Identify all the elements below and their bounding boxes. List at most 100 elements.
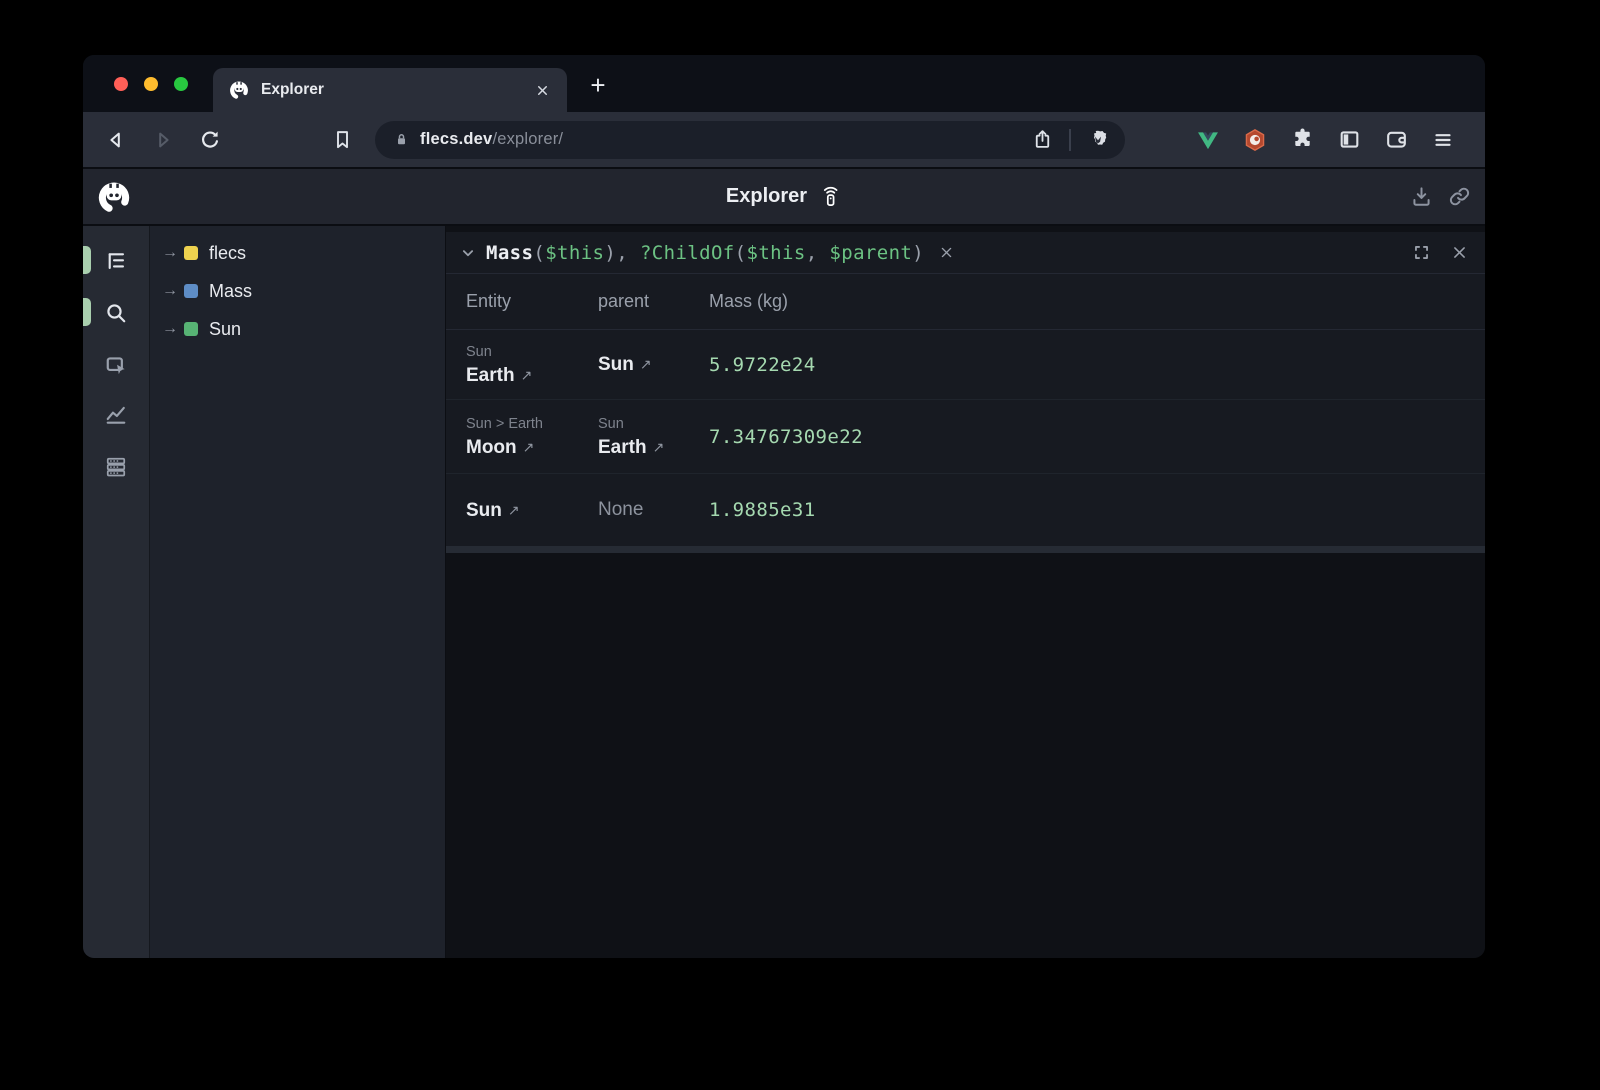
external-link-icon[interactable]: ↗ bbox=[653, 439, 665, 456]
tree-outline-icon[interactable] bbox=[102, 247, 130, 275]
mass-value: 1.9885e31 bbox=[709, 499, 1485, 521]
menu-icon[interactable] bbox=[1428, 125, 1458, 155]
entity-cell: Sun ↗ bbox=[466, 499, 598, 522]
inspector-icon[interactable] bbox=[102, 352, 130, 380]
sidebar-toggle-icon[interactable] bbox=[1334, 125, 1364, 155]
entity-link[interactable]: Sun bbox=[466, 499, 502, 522]
entity-path: Sun > Earth bbox=[466, 415, 598, 433]
tree-item-label: flecs bbox=[209, 243, 246, 264]
parent-cell: Sun ↗ bbox=[598, 353, 709, 376]
table-row: Sun > Earth Moon ↗ Sun Earth ↗ bbox=[446, 400, 1485, 474]
query-punct: ( bbox=[533, 242, 545, 264]
main-panel: Mass($this), ?ChildOf($this, $parent) bbox=[445, 226, 1485, 958]
share-icon[interactable] bbox=[1027, 125, 1057, 155]
query-expression[interactable]: Mass($this), ?ChildOf($this, $parent) bbox=[486, 242, 924, 264]
browser-toolbar: flecs.dev/explorer/ bbox=[83, 112, 1485, 167]
tree-item-sun[interactable]: → Sun bbox=[150, 310, 445, 348]
tree-item-label: Sun bbox=[209, 319, 241, 340]
table-row: Sun ↗ None 1.9885e31 bbox=[446, 474, 1485, 546]
query-predicate: ?ChildOf bbox=[640, 242, 735, 264]
clear-query-icon[interactable] bbox=[936, 243, 956, 263]
browser-tab[interactable]: Explorer bbox=[213, 68, 567, 112]
query-punct: ) bbox=[912, 242, 924, 264]
expand-arrow-icon[interactable]: → bbox=[162, 320, 184, 338]
new-tab-button[interactable]: + bbox=[584, 71, 612, 99]
minimize-window-button[interactable] bbox=[144, 77, 158, 91]
url-bar[interactable]: flecs.dev/explorer/ bbox=[375, 121, 1125, 159]
url-domain: flecs.dev bbox=[420, 130, 492, 148]
forward-icon[interactable] bbox=[148, 125, 178, 155]
entity-path: Sun bbox=[598, 415, 709, 433]
fullscreen-icon[interactable] bbox=[1409, 241, 1433, 265]
query-widget: Mass($this), ?ChildOf($this, $parent) bbox=[446, 232, 1485, 546]
page-title: Explorer bbox=[726, 185, 807, 208]
component-color-swatch bbox=[184, 284, 198, 298]
mass-cell: 1.9885e31 bbox=[709, 499, 1485, 521]
window-controls bbox=[114, 55, 188, 112]
vue-devtools-icon[interactable] bbox=[1193, 125, 1223, 155]
stats-chart-icon[interactable] bbox=[102, 400, 130, 428]
module-color-swatch bbox=[184, 246, 198, 260]
entity-color-swatch bbox=[184, 322, 198, 336]
active-panel-indicator bbox=[83, 246, 91, 274]
close-window-button[interactable] bbox=[114, 77, 128, 91]
expand-arrow-icon[interactable]: → bbox=[162, 282, 184, 300]
urlbar-divider bbox=[1069, 129, 1071, 151]
query-variable: $parent bbox=[829, 242, 912, 264]
desktop-background: Explorer + bbox=[0, 0, 1600, 1090]
expand-arrow-icon[interactable]: → bbox=[162, 244, 184, 262]
tree-item-label: Mass bbox=[209, 281, 252, 302]
wallet-icon[interactable] bbox=[1381, 125, 1411, 155]
close-panel-icon[interactable] bbox=[1447, 241, 1471, 265]
parent-none-value: None bbox=[598, 499, 709, 521]
entity-link[interactable]: Moon bbox=[466, 436, 517, 459]
bookmark-icon[interactable] bbox=[327, 125, 357, 155]
entity-index-icon[interactable] bbox=[102, 453, 130, 481]
explorer-content: → flecs → Mass → Sun bbox=[83, 224, 1485, 958]
tab-favicon-flecs-logo-icon bbox=[229, 80, 249, 100]
external-link-icon[interactable]: ↗ bbox=[640, 356, 652, 373]
flecs-logo-icon[interactable] bbox=[97, 180, 131, 214]
zoom-window-button[interactable] bbox=[174, 77, 188, 91]
explorer-header: Explorer bbox=[83, 167, 1485, 224]
table-row: Sun Earth ↗ Sun ↗ bbox=[446, 330, 1485, 400]
tab-close-icon[interactable] bbox=[531, 79, 553, 101]
extensions-puzzle-icon[interactable] bbox=[1287, 125, 1317, 155]
query-term-name: Mass bbox=[486, 242, 533, 264]
back-icon[interactable] bbox=[101, 125, 131, 155]
entity-link[interactable]: Sun bbox=[598, 353, 634, 376]
search-icon[interactable] bbox=[102, 299, 130, 327]
panel-icon-rail bbox=[83, 226, 150, 958]
header-actions bbox=[1407, 183, 1473, 211]
tree-item-flecs[interactable]: → flecs bbox=[150, 234, 445, 272]
mass-cell: 5.9722e24 bbox=[709, 354, 1485, 376]
query-punct: , bbox=[806, 242, 830, 264]
url-path: /explorer/ bbox=[492, 130, 563, 148]
query-panel-actions bbox=[1409, 241, 1471, 265]
reload-icon[interactable] bbox=[195, 125, 225, 155]
download-icon[interactable] bbox=[1407, 183, 1435, 211]
column-header-entity: Entity bbox=[466, 291, 598, 312]
entity-cell: Sun > Earth Moon ↗ bbox=[466, 415, 598, 459]
entity-link[interactable]: Earth bbox=[466, 364, 515, 387]
browser-window: Explorer + bbox=[83, 55, 1485, 958]
flecs-extension-icon[interactable] bbox=[1240, 125, 1270, 155]
query-punct: ( bbox=[735, 242, 747, 264]
external-link-icon[interactable]: ↗ bbox=[521, 367, 533, 384]
query-variable: $this bbox=[747, 242, 806, 264]
brave-shield-icon[interactable] bbox=[1083, 125, 1113, 155]
results-table-header: Entity parent Mass (kg) bbox=[446, 274, 1485, 330]
panel-resize-handle[interactable] bbox=[446, 546, 1485, 553]
browser-tab-strip: Explorer + bbox=[83, 55, 1485, 112]
external-link-icon[interactable]: ↗ bbox=[508, 502, 520, 519]
mass-cell: 7.34767309e22 bbox=[709, 426, 1485, 448]
external-link-icon[interactable]: ↗ bbox=[523, 439, 535, 456]
tree-item-mass[interactable]: → Mass bbox=[150, 272, 445, 310]
parent-cell: Sun Earth ↗ bbox=[598, 415, 709, 459]
copy-link-icon[interactable] bbox=[1445, 183, 1473, 211]
lock-icon bbox=[391, 129, 412, 150]
query-header: Mass($this), ?ChildOf($this, $parent) bbox=[446, 232, 1485, 274]
page-title-group: Explorer bbox=[83, 185, 1485, 208]
chevron-down-icon[interactable] bbox=[456, 241, 480, 265]
entity-link[interactable]: Earth bbox=[598, 436, 647, 459]
